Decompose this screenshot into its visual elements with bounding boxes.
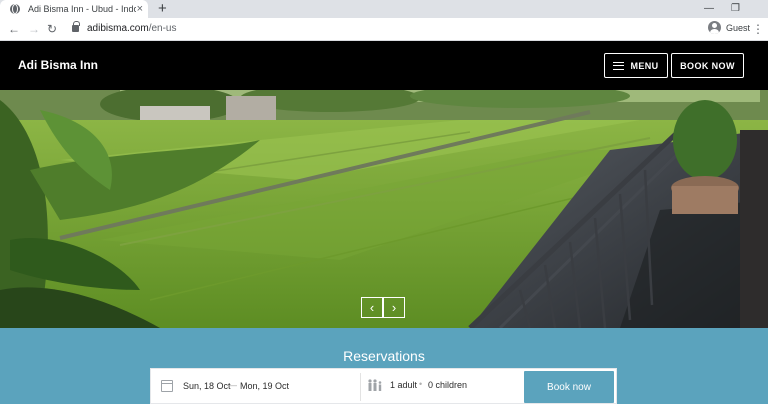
check-in-date[interactable]: Sun, 18 Oct [183, 381, 231, 391]
lock-icon [72, 21, 80, 32]
maximize-icon[interactable]: ❐ [731, 2, 740, 16]
slider-prev-button[interactable]: ‹ [361, 297, 383, 318]
back-icon[interactable]: ← [8, 22, 20, 36]
browser-tab[interactable]: Adi Bisma Inn - Ubud - Indonesia × [0, 0, 148, 18]
chevron-right-icon: › [391, 300, 397, 315]
book-now-button[interactable]: BOOK NOW [671, 53, 744, 78]
browser-tab-strip: Adi Bisma Inn - Ubud - Indonesia × + — ❐ [0, 0, 768, 18]
book-now-submit-button[interactable]: Book now [524, 371, 614, 403]
url-path: /en-us [148, 23, 177, 34]
close-tab-icon[interactable]: × [137, 3, 143, 15]
chevron-left-icon: ‹ [369, 300, 375, 315]
people-icon [368, 379, 382, 391]
profile-label: Guest [726, 22, 751, 33]
guests-separator: • [419, 379, 423, 389]
site-brand[interactable]: Adi Bisma Inn [18, 58, 98, 72]
profile-button[interactable]: Guest [708, 21, 750, 34]
tab-title: Adi Bisma Inn - Ubud - Indonesia [28, 4, 136, 14]
address-bar[interactable]: adibisma.com/en-us [87, 23, 177, 34]
url-host: adibisma.com [87, 23, 149, 34]
minimize-icon[interactable]: — [704, 2, 714, 16]
browser-toolbar: ← → ↻ adibisma.com/en-us Guest ⋮ [0, 18, 768, 41]
hamburger-icon [613, 61, 625, 70]
field-divider [360, 373, 361, 401]
date-separator: — [228, 380, 237, 390]
calendar-icon [161, 380, 173, 392]
reload-icon[interactable]: ↻ [47, 22, 57, 36]
adults-count: 1 adult [390, 380, 418, 390]
site-header: Adi Bisma Inn MENU BOOK NOW [0, 41, 768, 90]
children-count: 0 children [428, 380, 468, 390]
slider-next-button[interactable]: › [383, 297, 405, 318]
menu-button[interactable]: MENU [604, 53, 668, 78]
new-tab-button[interactable]: + [158, 1, 167, 16]
hero-image [0, 90, 768, 328]
guest-avatar-icon [708, 21, 721, 34]
booking-form: Sun, 18 Oct — Mon, 19 Oct 1 adult • 0 ch… [150, 368, 617, 404]
browser-menu-icon[interactable]: ⋮ [752, 22, 764, 36]
check-out-date[interactable]: Mon, 19 Oct [240, 381, 289, 391]
menu-label: MENU [630, 60, 659, 71]
reservations-title: Reservations [343, 348, 425, 364]
forward-icon[interactable]: → [28, 22, 40, 36]
hero-slider: ‹ › [0, 90, 768, 328]
reservations-section: Reservations Sun, 18 Oct — Mon, 19 Oct 1… [0, 328, 768, 404]
book-now-label: BOOK NOW [680, 60, 735, 71]
globe-icon [10, 4, 20, 14]
